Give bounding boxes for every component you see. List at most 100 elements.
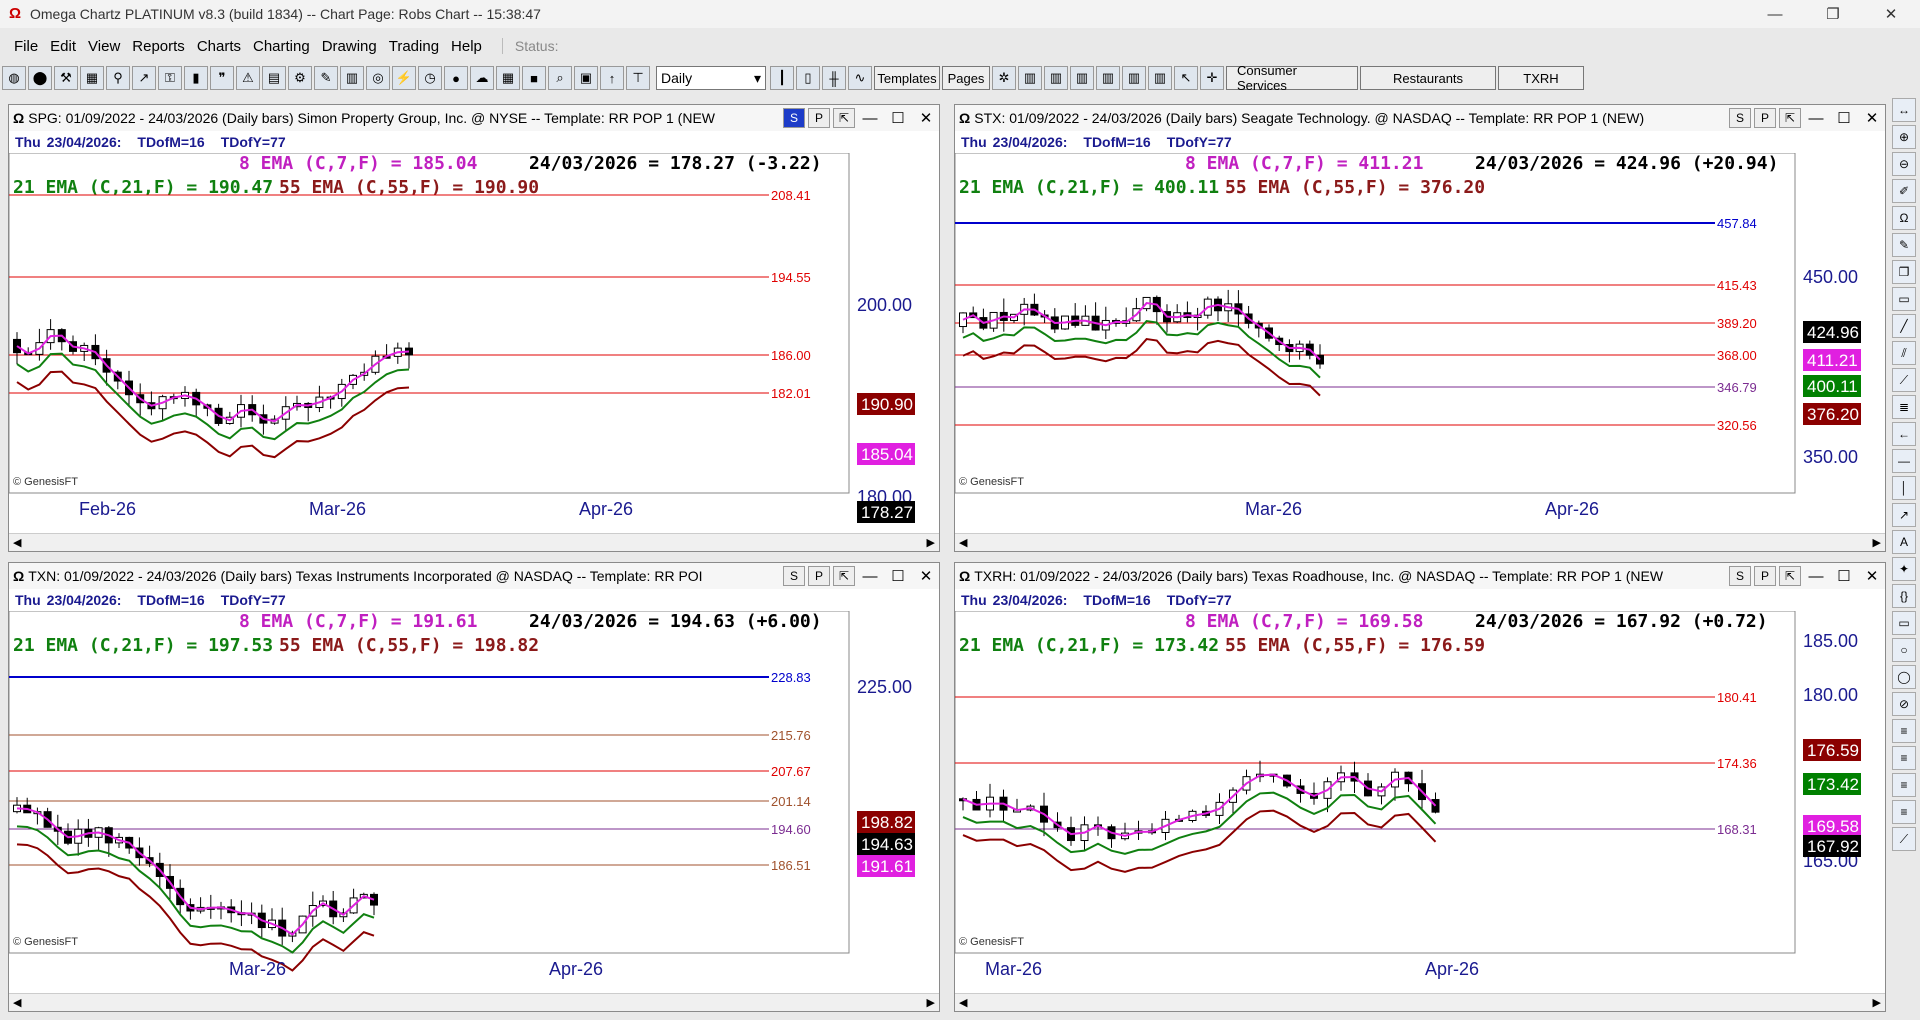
scroll-left-icon[interactable]: ◀ [959, 996, 967, 1009]
gear-icon[interactable]: ⚙ [288, 66, 312, 90]
traffic-light-icon[interactable]: ⬤ [28, 66, 52, 90]
scroll-right-icon[interactable]: ▶ [1873, 536, 1881, 549]
parallel-icon[interactable]: ≣ [1892, 395, 1916, 419]
horizontal-scrollbar[interactable]: ◀ ▶ [955, 993, 1885, 1011]
magnify-icon[interactable]: ⌕ [548, 66, 572, 90]
clock-icon[interactable]: ◷ [418, 66, 442, 90]
filter-icon[interactable]: ⚲ [106, 66, 130, 90]
pane-minimize-button[interactable]: — [1803, 108, 1829, 128]
templates-button[interactable]: Templates [874, 66, 940, 90]
pane-close-button[interactable]: ✕ [913, 566, 939, 586]
table-icon[interactable]: ▤ [262, 66, 286, 90]
fib-icon[interactable]: ≡ [1892, 719, 1916, 743]
horizontal-scrollbar[interactable]: ◀ ▶ [955, 533, 1885, 551]
pane-maximize-button[interactable]: ☐ [1831, 566, 1857, 586]
gann-icon[interactable]: ⟋ [1892, 827, 1916, 851]
popout-icon[interactable]: ⇱ [1779, 108, 1801, 128]
menu-file[interactable]: File [8, 38, 44, 55]
layout-5-icon[interactable]: ▥ [1122, 66, 1146, 90]
scroll-left-icon[interactable]: ◀ [13, 996, 21, 1009]
circle-icon[interactable]: ○ [1892, 638, 1916, 662]
network-icon[interactable]: ✲ [992, 66, 1016, 90]
pane-minimize-button[interactable]: — [1803, 566, 1829, 586]
menu-charting[interactable]: Charting [247, 38, 316, 55]
s-button[interactable]: S [783, 108, 805, 128]
ruler-icon[interactable]: ▥ [340, 66, 364, 90]
arrow-icon[interactable]: ↗ [1892, 503, 1916, 527]
menu-charts[interactable]: Charts [191, 38, 247, 55]
close-button[interactable]: ✕ [1862, 0, 1920, 28]
minimize-button[interactable]: — [1746, 0, 1804, 28]
arrow-up-icon[interactable]: ↑ [600, 66, 624, 90]
scroll-right-icon[interactable]: ▶ [927, 996, 935, 1009]
chart-pane-spg[interactable]: Ω SPG: 01/09/2022 - 24/03/2026 (Daily bar… [8, 104, 940, 552]
horizontal-scrollbar[interactable]: ◀ ▶ [9, 993, 939, 1011]
price-chart[interactable]: 8 EMA (C,7,F) = 169.58 24/03/2026 = 167.9… [955, 611, 1883, 993]
s-button[interactable]: S [1729, 108, 1751, 128]
price-chart[interactable]: 8 EMA (C,7,F) = 191.61 24/03/2026 = 194.6… [9, 611, 937, 993]
scroll-left-icon[interactable]: ◀ [959, 536, 967, 549]
cycle-icon[interactable]: ⊘ [1892, 692, 1916, 716]
line-tool-icon[interactable]: ⊤ [626, 66, 650, 90]
eraser-icon[interactable]: ✐ [1892, 179, 1916, 203]
price-chart[interactable]: 8 EMA (C,7,F) = 185.04 24/03/2026 = 178.2… [9, 153, 937, 533]
ellipse-icon[interactable]: ◯ [1892, 665, 1916, 689]
pane-maximize-button[interactable]: ☐ [885, 108, 911, 128]
pointer-icon[interactable]: ↖ [1174, 66, 1198, 90]
layout-2-icon[interactable]: ▥ [1044, 66, 1068, 90]
menu-edit[interactable]: Edit [44, 38, 82, 55]
pane-maximize-button[interactable]: ☐ [1831, 108, 1857, 128]
text-icon[interactable]: A [1892, 530, 1916, 554]
vline-icon[interactable]: │ [1892, 476, 1916, 500]
txrh-button[interactable]: TXRH [1498, 66, 1584, 90]
pane-close-button[interactable]: ✕ [913, 108, 939, 128]
fib-3-icon[interactable]: ≡ [1892, 773, 1916, 797]
paint-icon[interactable]: ✦ [1892, 557, 1916, 581]
p-button[interactable]: P [1754, 566, 1776, 586]
chart-pane-txn[interactable]: Ω TXN: 01/09/2022 - 24/03/2026 (Daily bar… [8, 562, 940, 1012]
zoom-out-icon[interactable]: ⊖ [1892, 152, 1916, 176]
ohlc-icon[interactable]: ╫ [822, 66, 846, 90]
scroll-left-icon[interactable]: ◀ [13, 536, 21, 549]
menu-reports[interactable]: Reports [126, 38, 191, 55]
lightning-icon[interactable]: ⚡ [392, 66, 416, 90]
s-button[interactable]: S [1729, 566, 1751, 586]
pane-minimize-button[interactable]: — [857, 108, 883, 128]
zoom-in-icon[interactable]: ⊕ [1892, 125, 1916, 149]
pencil-icon[interactable]: ✎ [314, 66, 338, 90]
p-button[interactable]: P [808, 108, 830, 128]
alert-icon[interactable]: ⚠ [236, 66, 260, 90]
hline-icon[interactable]: — [1892, 449, 1916, 473]
select-icon[interactable]: ▭ [1892, 287, 1916, 311]
menu-trading[interactable]: Trading [383, 38, 445, 55]
layout-6-icon[interactable]: ▥ [1148, 66, 1172, 90]
popout-icon[interactable]: ⇱ [1779, 566, 1801, 586]
scan-icon[interactable]: ▦ [80, 66, 104, 90]
restaurants-button[interactable]: Restaurants [1360, 66, 1496, 90]
target-icon[interactable]: ◎ [366, 66, 390, 90]
chart-icon[interactable]: ↗ [132, 66, 156, 90]
popout-icon[interactable]: ⇱ [833, 108, 855, 128]
chart-pane-stx[interactable]: Ω STX: 01/09/2022 - 24/03/2026 (Daily bar… [954, 104, 1886, 552]
bar-chart-icon[interactable]: ▮ [184, 66, 208, 90]
menu-drawing[interactable]: Drawing [316, 38, 383, 55]
restore-button[interactable]: ❐ [1804, 0, 1862, 28]
layout-1-icon[interactable]: ▥ [1018, 66, 1042, 90]
price-chart[interactable]: 8 EMA (C,7,F) = 411.21 24/03/2026 = 424.9… [955, 153, 1883, 533]
arrow-left-icon[interactable]: ← [1892, 422, 1916, 446]
expand-icon[interactable]: ↔ [1892, 98, 1916, 122]
copy-icon[interactable]: ❐ [1892, 260, 1916, 284]
horizontal-scrollbar[interactable]: ◀ ▶ [9, 533, 939, 551]
layout-4-icon[interactable]: ▥ [1096, 66, 1120, 90]
rect-icon[interactable]: ▭ [1892, 611, 1916, 635]
brace-icon[interactable]: {} [1892, 584, 1916, 608]
ball-icon[interactable]: ● [444, 66, 468, 90]
s-button[interactable]: S [783, 566, 805, 586]
consumer-services-button[interactable]: Consumer Services [1226, 63, 1358, 93]
pen-icon[interactable]: ✎ [1892, 233, 1916, 257]
pane-close-button[interactable]: ✕ [1859, 566, 1885, 586]
pane-minimize-button[interactable]: — [857, 566, 883, 586]
tools-icon[interactable]: ⚒ [54, 66, 78, 90]
menu-view[interactable]: View [82, 38, 126, 55]
scroll-right-icon[interactable]: ▶ [927, 536, 935, 549]
